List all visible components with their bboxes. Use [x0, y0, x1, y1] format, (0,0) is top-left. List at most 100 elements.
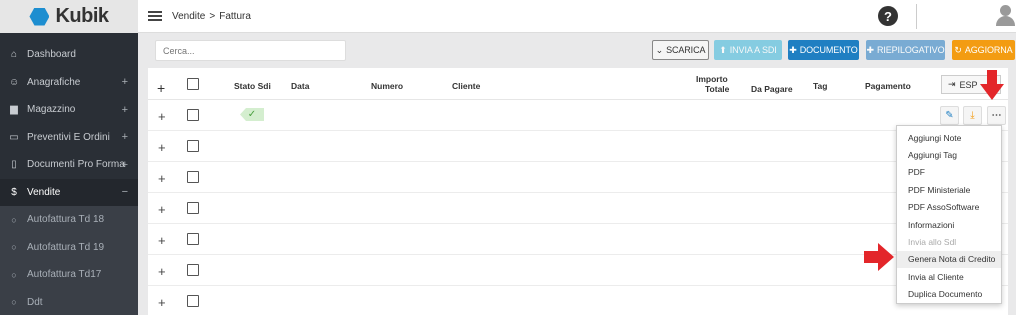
- row-checkbox[interactable]: [187, 140, 199, 152]
- sidebar-item-anagrafiche[interactable]: ☺ Anagrafiche +: [0, 69, 138, 97]
- avatar[interactable]: [995, 5, 1015, 27]
- row-checkbox[interactable]: [187, 264, 199, 276]
- breadcrumb: Vendite > Fattura: [172, 11, 251, 22]
- sidebar-item-label: Autofattura Td 19: [27, 241, 105, 253]
- logo[interactable]: Kubik: [0, 0, 138, 33]
- plus-icon: ✚: [866, 44, 874, 55]
- export-icon: ⇥: [948, 79, 956, 89]
- annotation-arrow-right-icon: [864, 243, 894, 271]
- column-tag[interactable]: Tag: [813, 81, 827, 91]
- collapse-icon: −: [121, 186, 128, 199]
- header-divider: [916, 4, 917, 29]
- sidebar-subitem-ddt[interactable]: ○ Ddt: [0, 288, 138, 315]
- expand-all-button[interactable]: +: [157, 80, 165, 96]
- sidebar-nav: ⌂ Dashboard ☺ Anagrafiche + ▆ Magazzino …: [0, 41, 138, 315]
- menu-item-informazioni[interactable]: Informazioni: [897, 216, 1001, 233]
- menu-item-pdf[interactable]: PDF: [897, 164, 1001, 181]
- invoice-table: + Stato Sdi Data Numero Cliente Importo …: [148, 68, 1008, 315]
- scarica-button[interactable]: ⌄ SCARICA: [652, 40, 709, 60]
- menu-item-aggiungi-tag[interactable]: Aggiungi Tag: [897, 146, 1001, 163]
- table-row: +: [148, 286, 1008, 315]
- add-riepilogativo-button[interactable]: ✚ RIEPILOGATIVO: [866, 40, 945, 60]
- expand-row-button[interactable]: +: [158, 109, 166, 124]
- breadcrumb-page: Fattura: [219, 10, 251, 22]
- row-checkbox[interactable]: [187, 171, 199, 183]
- home-icon: ⌂: [10, 49, 18, 61]
- menu-item-aggiungi-note[interactable]: Aggiungi Note: [897, 129, 1001, 146]
- edit-pencil-icon[interactable]: ✎: [940, 106, 959, 125]
- sidebar-item-preventivi-ordini[interactable]: ▭ Preventivi E Ordini +: [0, 124, 138, 152]
- select-all-checkbox[interactable]: [187, 78, 199, 90]
- sdi-status-check-icon: ✓: [240, 108, 264, 121]
- column-pagamento[interactable]: Pagamento: [865, 81, 911, 91]
- table-row: +: [148, 162, 1008, 193]
- row-checkbox[interactable]: [187, 109, 199, 121]
- hamburger-menu-icon[interactable]: [148, 9, 162, 24]
- sidebar-subitem-autofattura-td19[interactable]: ○ Autofattura Td 19: [0, 233, 138, 261]
- search-input[interactable]: [155, 40, 346, 61]
- riepilogativo-label: RIEPILOGATIVO: [876, 45, 945, 55]
- row-checkbox[interactable]: [187, 233, 199, 245]
- expand-row-button[interactable]: +: [158, 202, 166, 217]
- menu-item-duplica-documento[interactable]: Duplica Documento: [897, 286, 1001, 303]
- menu-item-pdf-ministeriale[interactable]: PDF Ministeriale: [897, 181, 1001, 198]
- sidebar-item-dashboard[interactable]: ⌂ Dashboard: [0, 41, 138, 69]
- row-checkbox[interactable]: [187, 202, 199, 214]
- circle-icon: ○: [11, 242, 17, 253]
- invia-sdi-button[interactable]: ⬆ INVIA A SDI: [714, 40, 782, 60]
- column-stato-sdi[interactable]: Stato Sdi: [234, 81, 271, 91]
- box-icon: ▆: [10, 104, 18, 116]
- sidebar-subitem-autofattura-td17[interactable]: ○ Autofattura Td17: [0, 261, 138, 289]
- download-icon[interactable]: ⤓: [963, 106, 982, 125]
- column-numero[interactable]: Numero: [371, 81, 403, 91]
- column-cliente[interactable]: Cliente: [452, 81, 480, 91]
- help-icon[interactable]: ?: [878, 6, 898, 26]
- documento-label: DOCUMENTO: [799, 45, 858, 55]
- sidebar-subitem-autofattura-td18[interactable]: ○ Autofattura Td 18: [0, 206, 138, 234]
- more-options-icon[interactable]: ⋯: [987, 106, 1006, 125]
- menu-item-pdf-assosoftware[interactable]: PDF AssoSoftware: [897, 199, 1001, 216]
- breadcrumb-section[interactable]: Vendite: [172, 11, 205, 22]
- sidebar-item-documenti-pro-forma[interactable]: ▯ Documenti Pro Forma +: [0, 151, 138, 179]
- table-row: +: [148, 193, 1008, 224]
- circle-icon: ○: [11, 214, 17, 225]
- expand-row-button[interactable]: +: [158, 171, 166, 186]
- menu-item-invia-allo-sdi: Invia allo Sdl: [908, 237, 957, 248]
- plus-icon: ✚: [789, 44, 797, 55]
- column-importo[interactable]: Importo: [696, 74, 728, 84]
- scarica-label: SCARICA: [666, 45, 706, 55]
- circle-icon: ○: [11, 297, 17, 308]
- aggiorna-button[interactable]: ↻ AGGIORNA: [952, 40, 1015, 60]
- expand-row-button[interactable]: +: [158, 140, 166, 155]
- invia-sdi-label: INVIA A SDI: [729, 45, 777, 55]
- annotation-arrow-down-icon: [980, 70, 1004, 100]
- menu-item-invia-al-cliente[interactable]: Invia al Cliente: [897, 268, 1001, 285]
- column-data[interactable]: Data: [291, 81, 309, 91]
- sidebar-item-magazzino[interactable]: ▆ Magazzino +: [0, 96, 138, 124]
- sidebar-item-label: Dashboard: [27, 49, 76, 61]
- sidebar-item-label: Preventivi E Ordini: [27, 131, 110, 143]
- row-actions-menu: Aggiungi Note Aggiungi Tag PDF PDF Minis…: [896, 125, 1002, 304]
- column-da-pagare[interactable]: Da Pagare: [751, 84, 793, 94]
- top-header: Vendite > Fattura ?: [138, 0, 1016, 33]
- row-checkbox[interactable]: [187, 295, 199, 307]
- expand-row-button[interactable]: +: [158, 295, 166, 310]
- expand-icon: +: [121, 131, 128, 144]
- sidebar-item-vendite[interactable]: $ Vendite −: [0, 178, 138, 206]
- expand-icon: +: [121, 158, 128, 171]
- column-totale[interactable]: Totale: [705, 84, 729, 94]
- expand-row-button[interactable]: +: [158, 264, 166, 279]
- menu-item-genera-nota-di-credito[interactable]: Genera Nota di Credito: [897, 250, 1001, 269]
- sidebar-item-label: Vendite: [27, 186, 61, 198]
- sidebar: Kubik ⌂ Dashboard ☺ Anagrafiche + ▆ Maga…: [0, 0, 138, 315]
- table-header: + Stato Sdi Data Numero Cliente Importo …: [148, 68, 1008, 100]
- expand-icon: +: [121, 76, 128, 89]
- sidebar-item-label: Anagrafiche: [27, 76, 81, 88]
- add-documento-button[interactable]: ✚ DOCUMENTO: [788, 40, 859, 60]
- expand-row-button[interactable]: +: [158, 233, 166, 248]
- breadcrumb-separator: >: [209, 10, 216, 22]
- sidebar-item-label: Autofattura Td17: [27, 269, 102, 281]
- user-icon: ☺: [9, 76, 20, 88]
- refresh-icon: ↻: [954, 44, 962, 55]
- aggiorna-label: AGGIORNA: [964, 45, 1013, 55]
